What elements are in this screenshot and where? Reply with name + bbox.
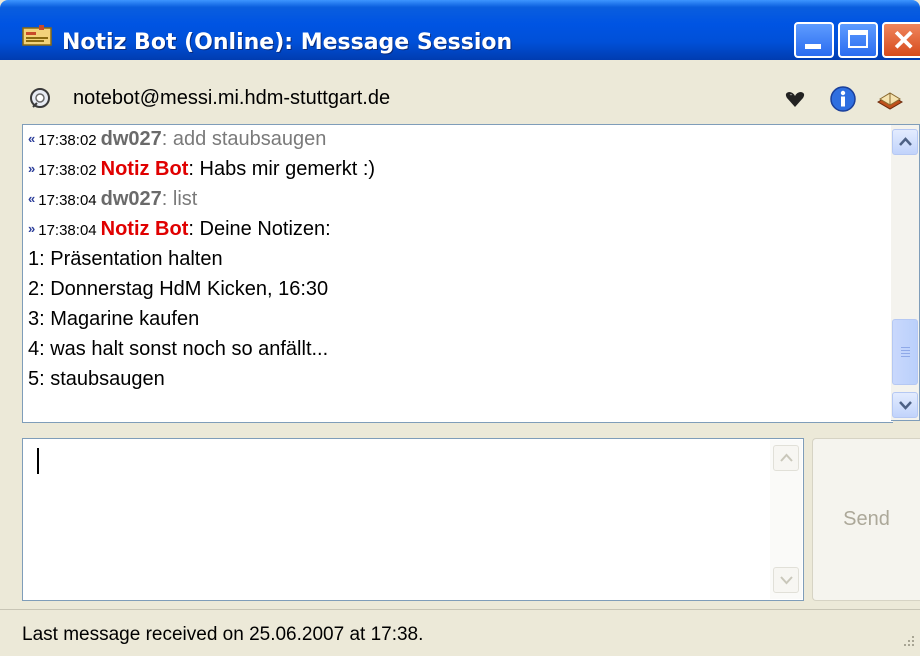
incoming-arrow-icon: « bbox=[28, 131, 36, 146]
chevron-down-icon bbox=[899, 401, 912, 410]
minimize-button[interactable] bbox=[794, 22, 834, 58]
chat-line: » 17:38:02 Notiz Bot: Habs mir gemerkt :) bbox=[28, 157, 375, 183]
chat-line: » 17:38:04 Notiz Bot: Deine Notizen: bbox=[28, 217, 331, 243]
message-input[interactable] bbox=[22, 438, 804, 601]
info-icon[interactable] bbox=[828, 84, 858, 114]
scroll-down-button[interactable] bbox=[892, 392, 918, 418]
book-icon[interactable] bbox=[875, 84, 905, 114]
resize-grip-icon[interactable] bbox=[900, 632, 916, 648]
send-button[interactable]: Send bbox=[812, 438, 920, 601]
message-sender: dw027 bbox=[100, 128, 162, 150]
message-text: : list bbox=[161, 188, 198, 210]
scroll-up-button[interactable] bbox=[892, 129, 918, 155]
chat-line: «17:38:04 dw027: list bbox=[28, 187, 197, 213]
heart-icon[interactable] bbox=[780, 84, 810, 114]
chevron-up-icon bbox=[780, 453, 793, 462]
message-text: : Deine Notizen: bbox=[188, 218, 331, 240]
chevron-up-icon bbox=[899, 137, 912, 146]
message-text: : add staubsaugen bbox=[161, 128, 327, 150]
status-text: Last message received on 25.06.2007 at 1… bbox=[22, 624, 424, 645]
close-icon: ✕ bbox=[892, 25, 916, 56]
chat-line: «17:38:02 dw027: add staubsaugen bbox=[28, 127, 326, 153]
contact-status-icon bbox=[30, 88, 50, 108]
message-text: : Habs mir gemerkt :) bbox=[188, 158, 376, 180]
message-sender: Notiz Bot bbox=[100, 158, 189, 180]
chat-scrollbar[interactable] bbox=[891, 124, 920, 421]
outgoing-arrow-icon: » bbox=[28, 221, 36, 236]
text-caret bbox=[37, 448, 39, 474]
close-button[interactable]: ✕ bbox=[882, 22, 920, 58]
message-time: 17:38:02 bbox=[38, 162, 97, 179]
input-scroll-up-button[interactable] bbox=[773, 445, 799, 471]
message-sender: Notiz Bot bbox=[100, 218, 189, 240]
note-line: 3: Magarine kaufen bbox=[28, 308, 200, 330]
input-scrollbar[interactable] bbox=[770, 440, 802, 599]
outgoing-arrow-icon: » bbox=[28, 161, 36, 176]
note-line: 5: staubsaugen bbox=[28, 368, 165, 390]
note-line: 2: Donnerstag HdM Kicken, 16:30 bbox=[28, 278, 329, 300]
note-line: 4: was halt sonst noch so anfällt... bbox=[28, 338, 329, 360]
input-scroll-down-button[interactable] bbox=[773, 567, 799, 593]
contact-address: notebot@messi.mi.hdm-stuttgart.de bbox=[73, 87, 391, 109]
chat-history[interactable]: «17:38:02 dw027: add staubsaugen » 17:38:0… bbox=[22, 124, 893, 423]
message-time: 17:38:04 bbox=[38, 222, 97, 239]
msn-message-icon bbox=[22, 25, 52, 46]
scroll-thumb[interactable] bbox=[892, 319, 918, 385]
message-sender: dw027 bbox=[100, 188, 162, 210]
incoming-arrow-icon: « bbox=[28, 191, 36, 206]
chevron-down-icon bbox=[780, 576, 793, 585]
message-time: 17:38:02 bbox=[38, 132, 97, 149]
window-title: Notiz Bot (Online): Message Session bbox=[62, 30, 513, 55]
maximize-button[interactable] bbox=[838, 22, 878, 58]
message-time: 17:38:04 bbox=[38, 192, 97, 209]
note-line: 1: Präsentation halten bbox=[28, 248, 223, 270]
